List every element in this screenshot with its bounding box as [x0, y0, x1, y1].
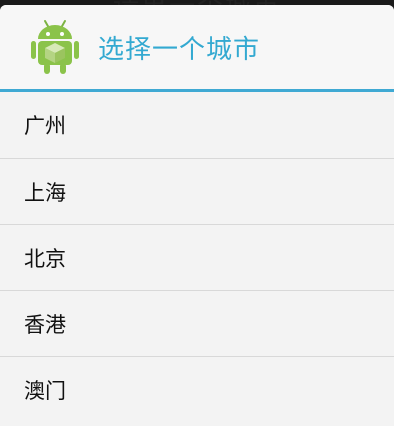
screen: 请出一个城市 [0, 0, 394, 426]
list-item-city[interactable]: 北京 [0, 225, 394, 291]
android-robot-icon [31, 20, 79, 74]
dialog-header: 选择一个城市 [0, 5, 394, 92]
list-item-city[interactable]: 广州 [0, 92, 394, 159]
city-list: 广州 上海 北京 香港 澳门 [0, 92, 394, 423]
dialog-title: 选择一个城市 [98, 34, 261, 65]
city-picker-dialog: 选择一个城市 广州 上海 北京 香港 澳门 [0, 5, 394, 426]
list-item-city[interactable]: 香港 [0, 291, 394, 357]
list-item-city[interactable]: 澳门 [0, 357, 394, 423]
list-item-city[interactable]: 上海 [0, 159, 394, 225]
